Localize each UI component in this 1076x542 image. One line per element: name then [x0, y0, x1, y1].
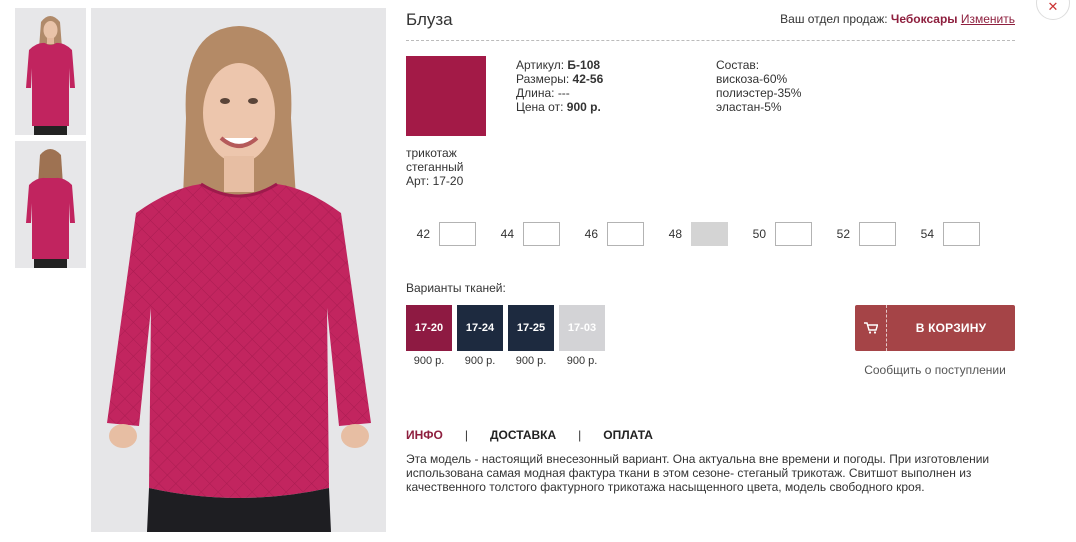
- tab-separator: |: [464, 428, 468, 442]
- spec-length-value: ---: [557, 86, 570, 100]
- fabric-caption-article: Арт: 17-20: [406, 174, 464, 188]
- tab-payment[interactable]: ОПЛАТА: [603, 428, 653, 442]
- size-quantity-input-46[interactable]: [607, 222, 644, 246]
- product-description: Эта модель - настоящий внесезонный вариа…: [406, 452, 990, 494]
- spec-sizes-value: 42-56: [572, 72, 604, 86]
- variant-item[interactable]: 17-20 900 р.: [406, 305, 452, 367]
- fabric-swatch: [406, 56, 486, 136]
- variant-swatch[interactable]: 17-25: [508, 305, 554, 351]
- composition-item: вискоза-60%: [716, 72, 788, 86]
- size-label: 48: [668, 227, 682, 241]
- sales-department: Ваш отдел продаж: Чебоксары Изменить: [780, 12, 1015, 26]
- composition-title: Состав:: [716, 58, 760, 72]
- thumbnail-back[interactable]: [15, 141, 86, 268]
- size-quantity-input-42[interactable]: [439, 222, 476, 246]
- composition-item: эластан-5%: [716, 100, 782, 114]
- variant-price: 900 р.: [464, 355, 496, 367]
- spec-article-value: Б-108: [567, 58, 601, 72]
- thumbnail-front-image: [15, 8, 86, 135]
- variant-price: 900 р.: [515, 355, 547, 367]
- tab-info[interactable]: ИНФО: [406, 428, 443, 442]
- spec-article: Артикул: Б-108: [516, 58, 601, 72]
- size-label: 54: [920, 227, 934, 241]
- composition: Состав: вискоза-60% полиэстер-35% эласта…: [716, 58, 801, 114]
- change-department-link[interactable]: Изменить: [961, 12, 1015, 26]
- header-divider: [406, 40, 1015, 41]
- fabric-caption-style: стеганный: [406, 160, 464, 174]
- size-quantity-input-52[interactable]: [859, 222, 896, 246]
- sales-department-label: Ваш отдел продаж:: [780, 12, 888, 26]
- cart-icon: [855, 305, 887, 351]
- spec-price-value: 900 р.: [566, 100, 601, 114]
- thumbnail-front[interactable]: [15, 8, 86, 135]
- variant-price: 900 р.: [413, 355, 445, 367]
- size-option: 46: [574, 222, 644, 246]
- variant-item[interactable]: 17-24 900 р.: [457, 305, 503, 367]
- close-button[interactable]: ✕: [1036, 0, 1070, 20]
- main-product-image-drawing: [91, 8, 386, 532]
- add-to-cart-label: В КОРЗИНУ: [915, 321, 987, 335]
- size-option: 52: [826, 222, 896, 246]
- variant-item[interactable]: 17-03 900 р.: [559, 305, 605, 367]
- composition-item: полиэстер-35%: [716, 86, 802, 100]
- main-product-image[interactable]: [91, 8, 386, 532]
- sales-department-city: Чебоксары: [890, 12, 958, 26]
- variant-swatch[interactable]: 17-24: [457, 305, 503, 351]
- fabric-caption: трикотаж стеганный Арт: 17-20: [406, 146, 496, 188]
- fabric-caption-type: трикотаж: [406, 146, 457, 160]
- spec-price: Цена от: 900 р.: [516, 100, 601, 114]
- size-unavailable-48: [691, 222, 728, 246]
- variants-label: Варианты тканей:: [406, 281, 506, 295]
- add-to-cart-button[interactable]: В КОРЗИНУ: [855, 305, 1015, 351]
- tab-separator: |: [578, 428, 582, 442]
- size-quantity-input-44[interactable]: [523, 222, 560, 246]
- product-specs: Артикул: Б-108 Размеры: 42-56 Длина: ---…: [516, 58, 603, 114]
- variant-item[interactable]: 17-25 900 р.: [508, 305, 554, 367]
- size-option: 50: [742, 222, 812, 246]
- thumbnail-back-image: [15, 141, 86, 268]
- size-quantity-input-54[interactable]: [943, 222, 980, 246]
- fabric-variants: 17-20 900 р. 17-24 900 р. 17-25 900 р. 1…: [406, 305, 610, 367]
- spec-length: Длина: ---: [516, 86, 570, 100]
- size-option: 48: [658, 222, 728, 246]
- size-label: 46: [584, 227, 598, 241]
- product-title: Блуза: [406, 10, 453, 29]
- spec-sizes: Размеры: 42-56: [516, 72, 604, 86]
- size-option: 44: [490, 222, 560, 246]
- size-label: 44: [500, 227, 514, 241]
- size-selector: 42 44 46 48 50 52 54: [406, 222, 994, 246]
- size-quantity-input-50[interactable]: [775, 222, 812, 246]
- close-icon: ✕: [1047, 0, 1059, 14]
- info-tabs: ИНФО | ДОСТАВКА | ОПЛАТА: [406, 428, 653, 442]
- notify-on-arrival-link[interactable]: Сообщить о поступлении: [855, 363, 1015, 377]
- variant-swatch[interactable]: 17-03: [559, 305, 605, 351]
- size-label: 52: [836, 227, 850, 241]
- variant-price: 900 р.: [566, 355, 598, 367]
- size-label: 42: [416, 227, 430, 241]
- size-label: 50: [752, 227, 766, 241]
- tab-delivery[interactable]: ДОСТАВКА: [490, 428, 556, 442]
- size-option: 42: [406, 222, 476, 246]
- size-option: 54: [910, 222, 980, 246]
- variant-swatch[interactable]: 17-20: [406, 305, 452, 351]
